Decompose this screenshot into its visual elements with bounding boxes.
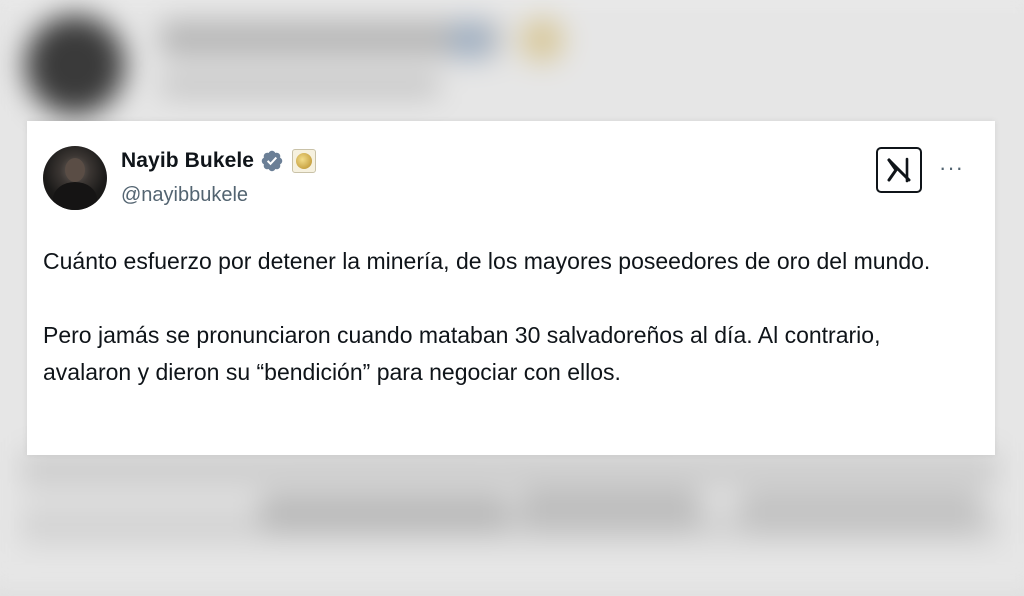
blurred-badge — [450, 20, 490, 60]
blurred-row — [20, 450, 1000, 490]
author-name[interactable]: Nayib Bukele — [121, 149, 254, 173]
tweet-paragraph: Pero jamás se pronunciaron cuando mataba… — [43, 322, 881, 385]
blurred-block — [520, 490, 700, 530]
tweet-card: Nayib Bukele @nayibbukele ··· Cuánto esf… — [27, 121, 995, 455]
blurred-avatar — [25, 15, 125, 115]
blurred-block — [260, 495, 510, 531]
blurred-name — [160, 20, 500, 58]
verified-badge-icon — [261, 150, 283, 172]
avatar[interactable] — [43, 146, 107, 210]
author-row: Nayib Bukele — [121, 149, 317, 173]
author-handle[interactable]: @nayibbukele — [121, 184, 248, 207]
tweet-paragraph: Cuánto esfuerzo por detener la minería, … — [43, 248, 931, 274]
blurred-block — [740, 492, 980, 532]
seal-coin — [296, 153, 313, 169]
avatar-body — [53, 182, 97, 210]
tweet-text: Cuánto esfuerzo por detener la minería, … — [43, 243, 963, 391]
x-logo-icon[interactable] — [876, 147, 922, 193]
x-glyph — [887, 157, 911, 183]
avatar-head — [65, 158, 85, 182]
gold-seal-icon — [292, 149, 317, 173]
more-options-icon[interactable]: ··· — [939, 157, 964, 179]
blurred-handle — [160, 75, 440, 97]
blurred-badge — [520, 18, 564, 62]
